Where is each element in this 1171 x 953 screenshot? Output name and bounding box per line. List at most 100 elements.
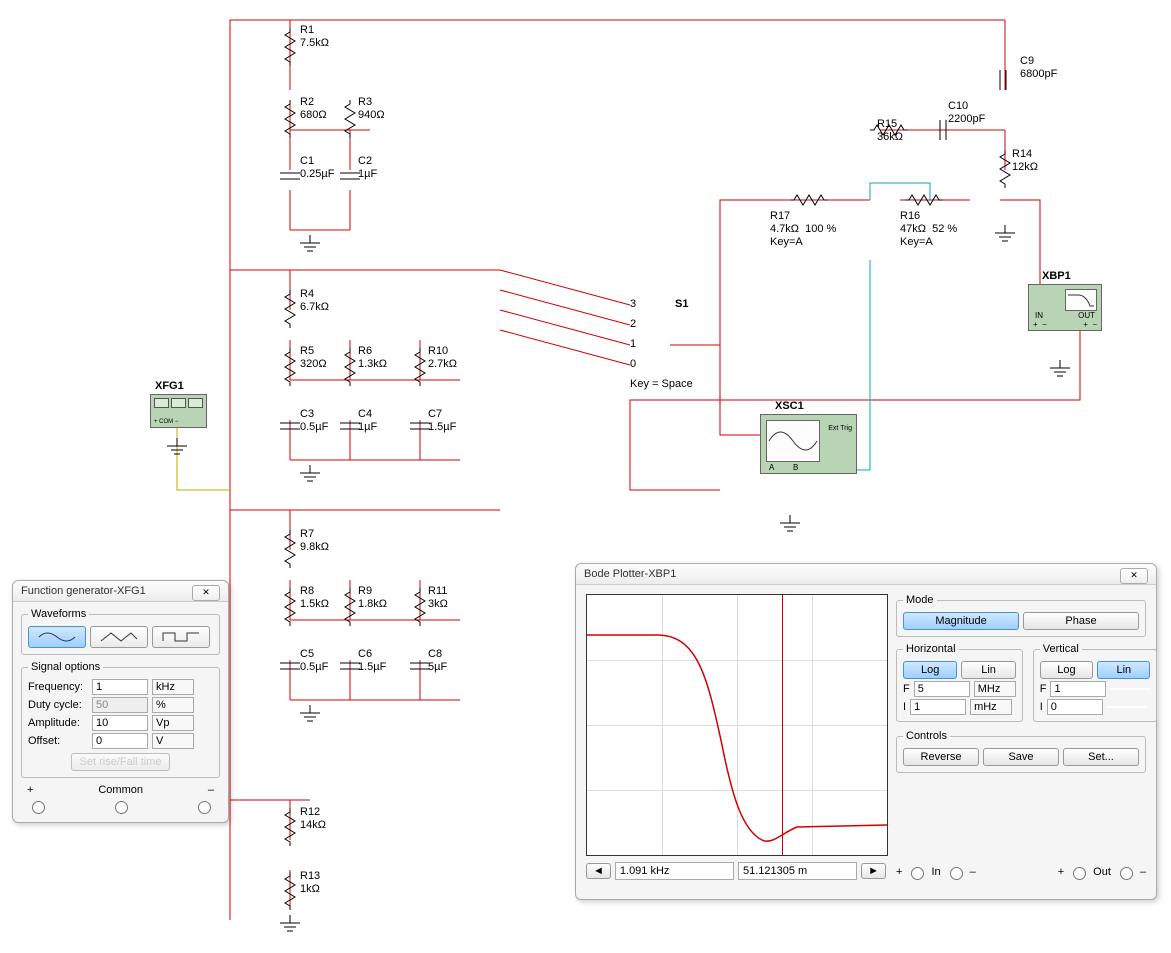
fgen-amplitude-unit[interactable]: Vp bbox=[152, 715, 194, 731]
bode-magnitude-button[interactable]: Magnitude bbox=[903, 612, 1019, 630]
bode-vI-input[interactable] bbox=[1047, 699, 1103, 715]
bode-out-plus: + bbox=[1058, 866, 1064, 878]
bode-plot-area[interactable] bbox=[586, 594, 888, 856]
fgen-offset-input[interactable] bbox=[92, 733, 148, 749]
bode-mode-legend: Mode bbox=[903, 594, 937, 606]
bode-hF-label: F bbox=[903, 683, 910, 695]
osc-ch-a-label: A bbox=[769, 463, 774, 472]
label-C4: C41µF bbox=[358, 408, 377, 434]
label-R16: R16 47kΩ 52 % Key=A bbox=[900, 210, 957, 250]
osc-ch-b-label: B bbox=[793, 463, 798, 472]
label-XBP1: XBP1 bbox=[1042, 270, 1071, 283]
fgen-setrise-button: Set rise/Fall time bbox=[71, 753, 171, 771]
fgen-amplitude-label: Amplitude: bbox=[28, 717, 88, 729]
switch-pos-2: 2 bbox=[630, 318, 636, 331]
fgen-duty-label: Duty cycle: bbox=[28, 699, 88, 711]
label-R5: R5320Ω bbox=[300, 345, 327, 371]
label-R8: R81.5kΩ bbox=[300, 585, 329, 611]
bode-readout-freq: 1.091 kHz bbox=[615, 862, 734, 880]
bode-set-button[interactable]: Set... bbox=[1063, 748, 1139, 766]
bode-out-label: OUT bbox=[1078, 311, 1095, 320]
fgen-minus-label: – bbox=[208, 784, 214, 796]
label-R6: R61.3kΩ bbox=[358, 345, 387, 371]
label-R3: R3940Ω bbox=[358, 96, 385, 122]
label-R11: R113kΩ bbox=[428, 585, 448, 611]
bode-in-plus: + bbox=[896, 866, 902, 878]
instrument-function-generator-icon[interactable]: + COM − bbox=[150, 394, 207, 428]
bode-controls-legend: Controls bbox=[903, 730, 950, 742]
bode-vF-input[interactable] bbox=[1050, 681, 1106, 697]
label-R4: R46.7kΩ bbox=[300, 288, 329, 314]
bode-plotter-panel[interactable]: Bode Plotter-XBP1 ✕ ◄ 1.091 kHz 51.12130… bbox=[575, 563, 1157, 900]
bode-hF-unit[interactable]: MHz bbox=[974, 681, 1016, 697]
label-C3: C30.5µF bbox=[300, 408, 328, 434]
bode-in-label: IN bbox=[1035, 311, 1043, 320]
bode-out-label: Out bbox=[1093, 866, 1111, 878]
instrument-bode-plotter-icon[interactable]: IN OUT + − + − bbox=[1028, 284, 1102, 331]
bode-out-minus-terminal[interactable] bbox=[1120, 867, 1133, 880]
bode-hI-unit[interactable]: mHz bbox=[970, 699, 1012, 715]
label-C9: C96800pF bbox=[1020, 55, 1057, 81]
fgen-frequency-input[interactable] bbox=[92, 679, 148, 695]
bode-h-lin-button[interactable]: Lin bbox=[961, 661, 1015, 679]
fgen-minus-terminal[interactable] bbox=[198, 801, 211, 814]
fgen-waveforms-legend: Waveforms bbox=[28, 608, 89, 620]
label-C8: C85µF bbox=[428, 648, 447, 674]
waveform-square-button[interactable] bbox=[152, 626, 210, 648]
bode-readout-val: 51.121305 m bbox=[738, 862, 857, 880]
bode-cursor-left-button[interactable]: ◄ bbox=[586, 863, 611, 879]
fgen-common-label: Common bbox=[98, 784, 143, 796]
label-C7: C71.5µF bbox=[428, 408, 456, 434]
label-XSC1: XSC1 bbox=[775, 400, 804, 413]
bode-in-plus-terminal[interactable] bbox=[911, 867, 924, 880]
bode-in-minus-terminal[interactable] bbox=[950, 867, 963, 880]
label-R15: R1536kΩ bbox=[877, 118, 903, 144]
bode-vF-label: F bbox=[1040, 683, 1047, 695]
fgen-close-button[interactable]: ✕ bbox=[192, 585, 220, 601]
switch-key: Key = Space bbox=[630, 378, 693, 391]
instrument-oscilloscope-icon[interactable]: Ext Trig A B bbox=[760, 414, 857, 474]
label-R9: R91.8kΩ bbox=[358, 585, 387, 611]
bode-cursor[interactable] bbox=[782, 595, 783, 855]
fgen-duty-unit: % bbox=[152, 697, 194, 713]
bode-cursor-right-button[interactable]: ► bbox=[861, 863, 886, 879]
label-R10: R102.7kΩ bbox=[428, 345, 457, 371]
fgen-common-terminal[interactable] bbox=[115, 801, 128, 814]
osc-ext-trig-label: Ext Trig bbox=[828, 425, 852, 432]
fgen-amplitude-input[interactable] bbox=[92, 715, 148, 731]
label-R14: R1412kΩ bbox=[1012, 148, 1038, 174]
bode-reverse-button[interactable]: Reverse bbox=[903, 748, 979, 766]
bode-h-log-button[interactable]: Log bbox=[903, 661, 957, 679]
bode-close-button[interactable]: ✕ bbox=[1120, 568, 1148, 584]
fgen-offset-unit[interactable]: V bbox=[152, 733, 194, 749]
label-R7: R79.8kΩ bbox=[300, 528, 329, 554]
bode-title: Bode Plotter-XBP1 bbox=[576, 564, 1156, 585]
fgen-signal-options-legend: Signal options bbox=[28, 661, 103, 673]
fgen-duty-input bbox=[92, 697, 148, 713]
waveform-sine-button[interactable] bbox=[28, 626, 86, 648]
bode-vertical-legend: Vertical bbox=[1040, 643, 1082, 655]
bode-v-lin-button[interactable]: Lin bbox=[1097, 661, 1150, 679]
label-C2: C21µF bbox=[358, 155, 377, 181]
label-XFG1: XFG1 bbox=[155, 380, 184, 393]
bode-out-plus-terminal[interactable] bbox=[1073, 867, 1086, 880]
bode-v-log-button[interactable]: Log bbox=[1040, 661, 1093, 679]
bode-phase-button[interactable]: Phase bbox=[1023, 612, 1139, 630]
label-R13: R131kΩ bbox=[300, 870, 320, 896]
label-C6: C61.5µF bbox=[358, 648, 386, 674]
bode-out-minus: – bbox=[1140, 866, 1146, 878]
label-S1: S1 bbox=[675, 298, 688, 311]
switch-pos-0: 0 bbox=[630, 358, 636, 371]
fgen-offset-label: Offset: bbox=[28, 735, 88, 747]
bode-hF-input[interactable] bbox=[914, 681, 970, 697]
bode-hI-input[interactable] bbox=[910, 699, 966, 715]
function-generator-panel[interactable]: Function generator-XFG1 ✕ Waveforms Sign… bbox=[12, 580, 229, 823]
switch-pos-3: 3 bbox=[630, 298, 636, 311]
bode-in-minus: – bbox=[970, 866, 976, 878]
label-C5: C50.5µF bbox=[300, 648, 328, 674]
waveform-triangle-button[interactable] bbox=[90, 626, 148, 648]
fgen-plus-terminal[interactable] bbox=[32, 801, 45, 814]
label-C1: C10.25µF bbox=[300, 155, 334, 181]
bode-save-button[interactable]: Save bbox=[983, 748, 1059, 766]
fgen-frequency-unit[interactable]: kHz bbox=[152, 679, 194, 695]
